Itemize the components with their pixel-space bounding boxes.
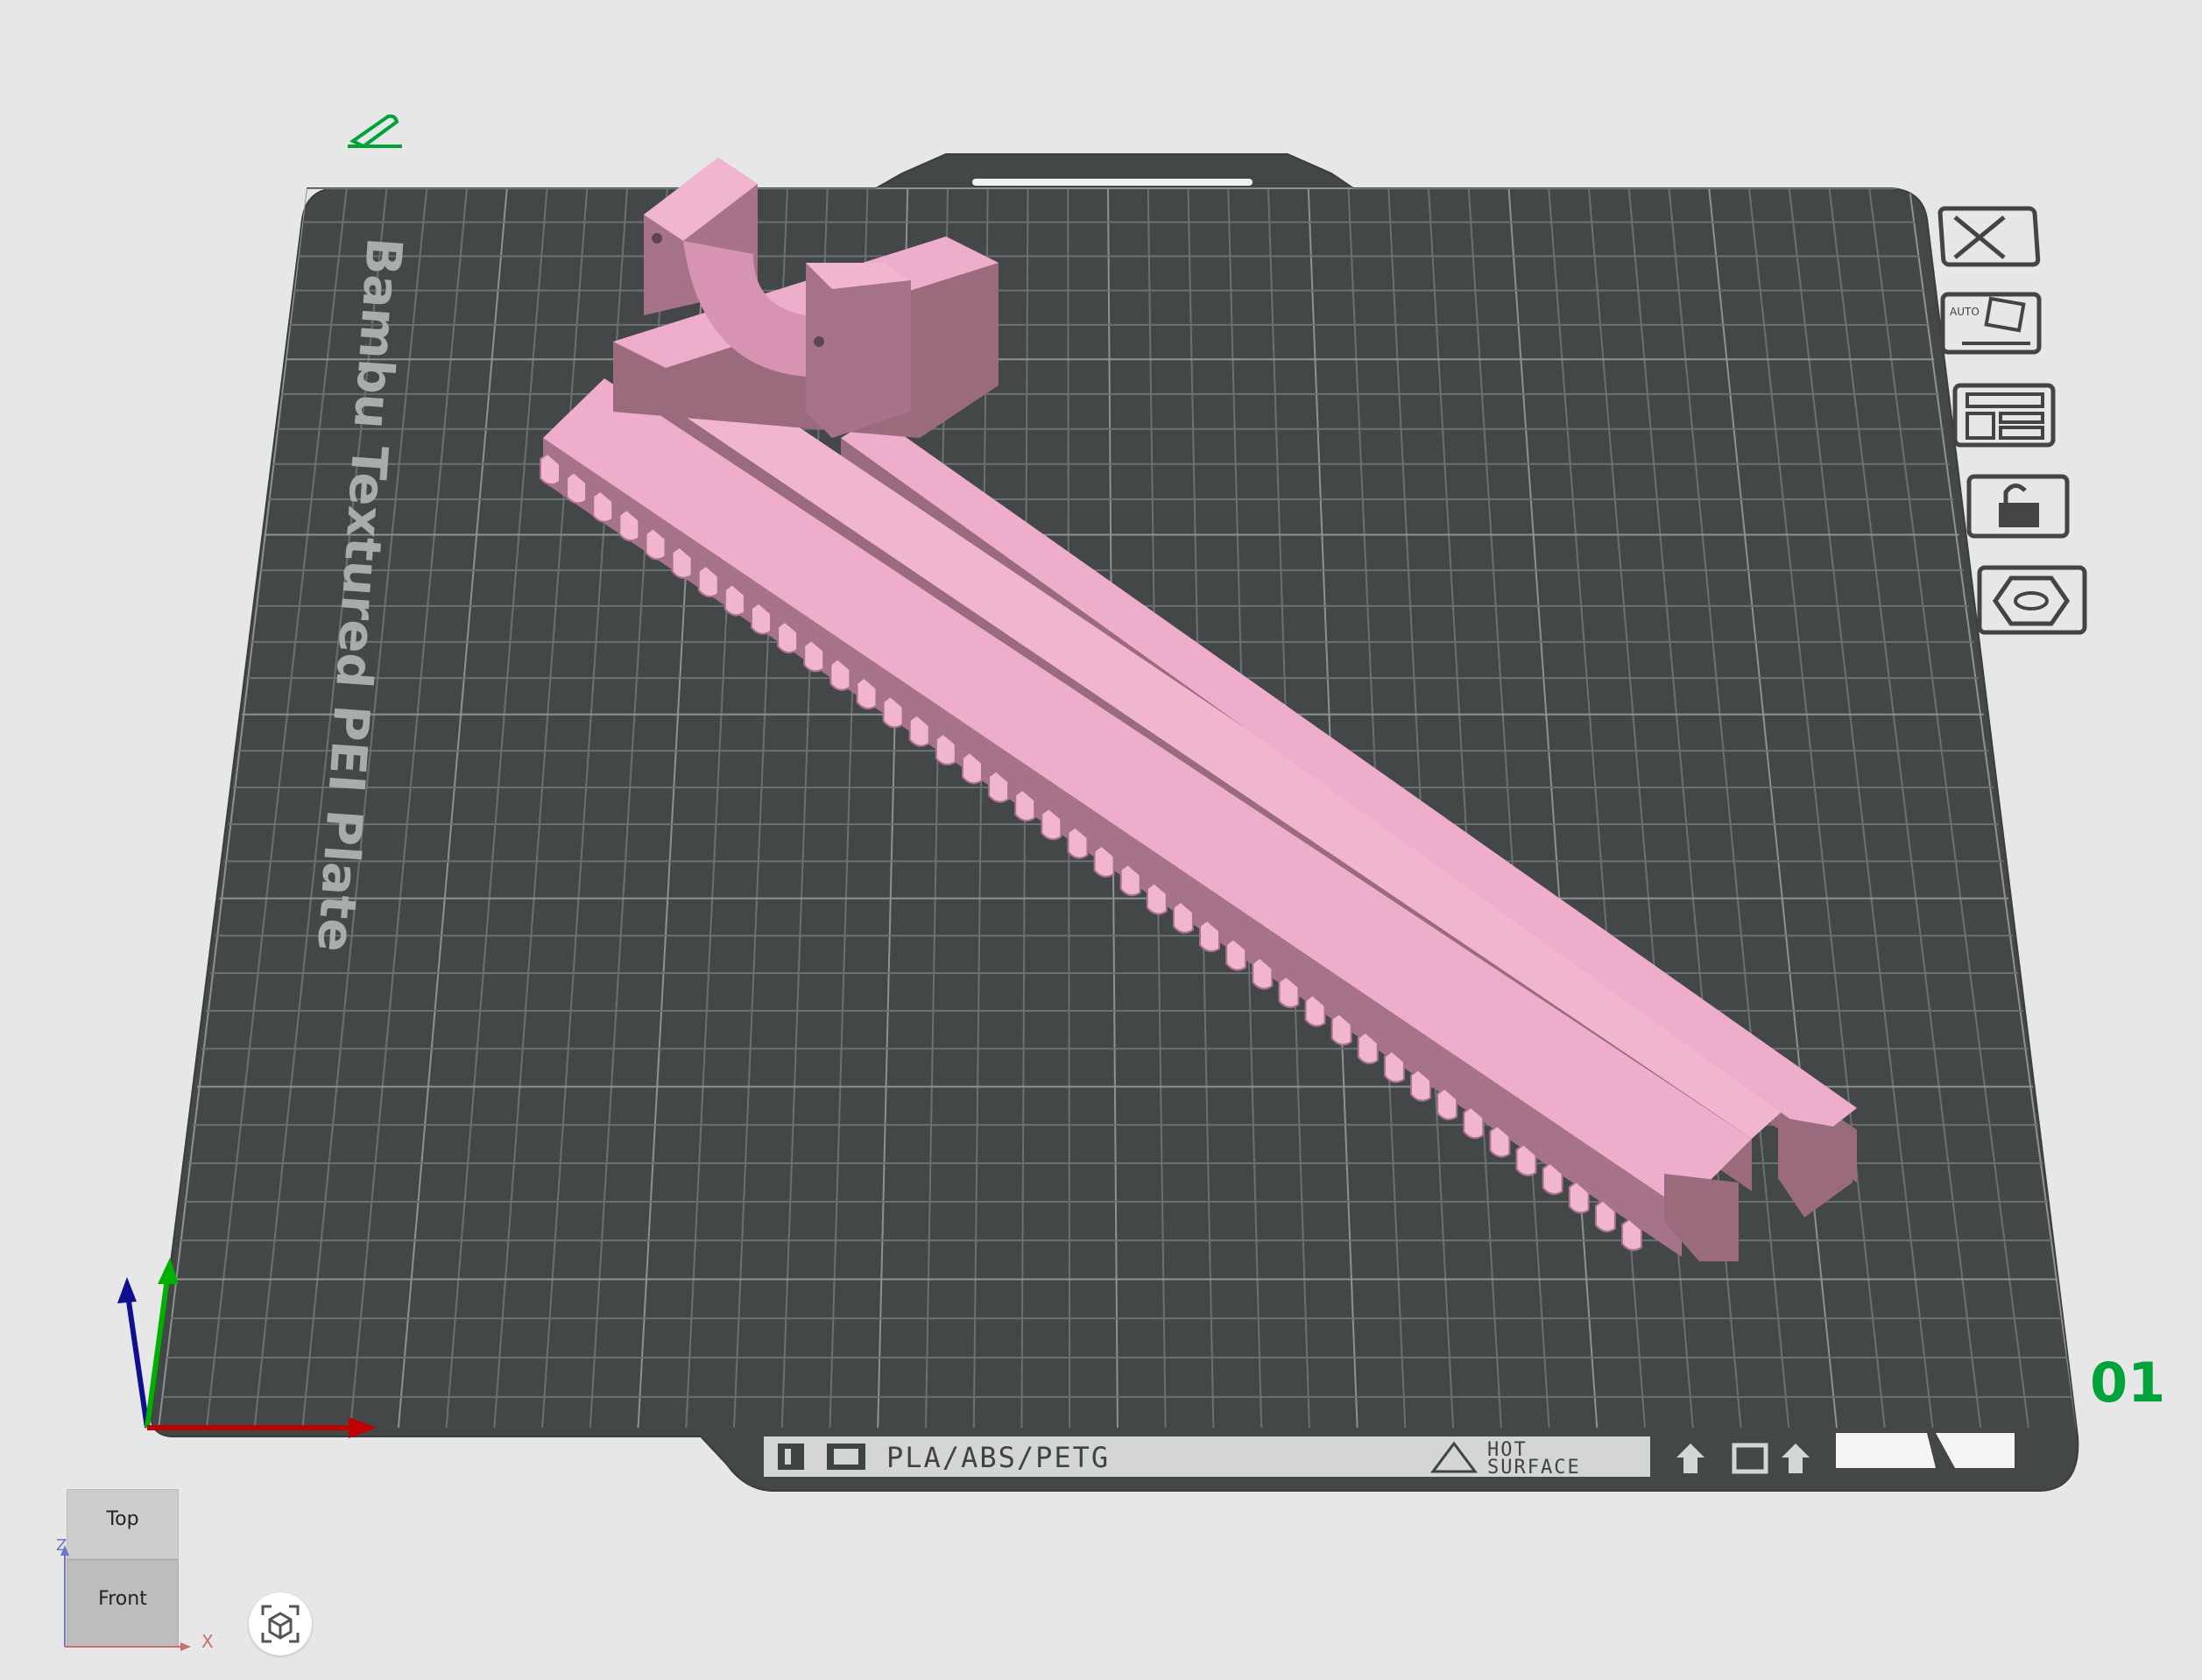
arrange-icon: [1966, 392, 2044, 440]
arrange-button[interactable]: [1952, 383, 2056, 448]
close-button[interactable]: [1937, 206, 2041, 267]
plate-number: 01: [2090, 1351, 2165, 1415]
pencil-edit-icon[interactable]: [348, 114, 402, 149]
fit-view-button[interactable]: [249, 1592, 312, 1655]
3d-viewport[interactable]: PLA/ABS/PETG HOT SURFACE Bambu Textured …: [0, 0, 2202, 1680]
view-cube-x-label: X: [201, 1631, 214, 1652]
plate-material-label: PLA/ABS/PETG: [886, 1441, 1110, 1474]
view-cube-z-label: Z: [56, 1536, 67, 1555]
close-icon: [1953, 215, 2006, 259]
surface-label: SURFACE: [1487, 1457, 1581, 1479]
view-cube[interactable]: Top Front Z X: [53, 1480, 214, 1655]
lock-icon: [1999, 484, 2039, 527]
auto-orient-button[interactable]: AUTO: [1940, 292, 2042, 355]
fit-view-icon: [261, 1605, 300, 1643]
view-cube-axes: [60, 1545, 191, 1651]
lock-button[interactable]: [1966, 474, 2070, 539]
plate-settings-button[interactable]: [1977, 565, 2087, 635]
settings-hex-icon: [1992, 575, 2071, 626]
auto-label: AUTO: [1950, 306, 1980, 318]
